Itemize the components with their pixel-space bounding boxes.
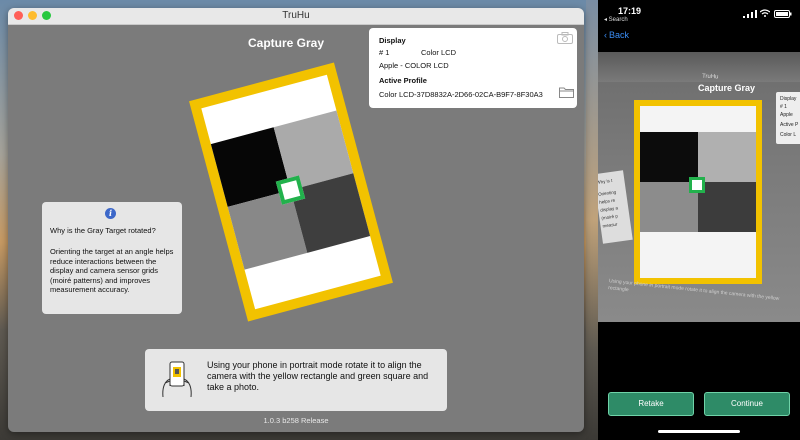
display-name: Color LCD xyxy=(421,48,457,57)
photo-target-paper xyxy=(640,106,756,278)
cellular-signal-icon xyxy=(743,10,757,18)
back-label: Back xyxy=(609,30,630,40)
instruction-text: Using your phone in portrait mode rotate… xyxy=(207,360,429,392)
photo-panel-line: Color L xyxy=(780,132,797,138)
photo-info-box: Why is t Orienting helps re display a (m… xyxy=(598,170,633,244)
photo-info-line: display a xyxy=(599,205,619,213)
photo-gray-target xyxy=(634,100,762,284)
phone-in-hands-icon xyxy=(162,361,192,398)
photo-patch-black xyxy=(640,132,698,182)
chevron-left-icon: ‹ xyxy=(604,30,607,40)
folder-icon[interactable] xyxy=(559,86,574,98)
display-label: Display xyxy=(379,36,406,45)
photo-window-title: TruHu xyxy=(701,73,719,81)
rotation-info-box: i Why is the Gray Target rotated? Orient… xyxy=(42,202,182,314)
back-button[interactable]: ‹ Back xyxy=(604,30,629,40)
photo-heading: Capture Gray xyxy=(698,83,756,93)
display-number: # 1 xyxy=(379,48,390,57)
photo-patch-light xyxy=(698,132,756,182)
captured-photo: TruHu Capture Gray Display # 1 Apple Act… xyxy=(598,52,800,322)
active-profile-label: Active Profile xyxy=(379,76,427,85)
retake-button[interactable]: Retake xyxy=(608,392,694,416)
desktop-wallpaper-strip xyxy=(586,0,598,440)
window-title: TruHu xyxy=(282,10,310,21)
status-time: 17:19 xyxy=(618,6,642,16)
home-indicator[interactable] xyxy=(658,430,740,433)
info-icon: i xyxy=(105,208,116,219)
status-back-to-app[interactable]: ◂ Search xyxy=(604,16,628,23)
info-question: Why is the Gray Target rotated? xyxy=(50,226,156,235)
photo-panel-line: Active P xyxy=(780,122,799,128)
page-title: Capture Gray xyxy=(248,36,325,50)
photo-monitor-bezel xyxy=(598,52,800,82)
camera-icon[interactable] xyxy=(557,32,573,44)
photo-display-panel: Display # 1 Apple Active P Color L xyxy=(776,92,800,144)
truhu-window: TruHu Capture Gray Display # 1 Color LCD… xyxy=(8,8,584,432)
photo-green-square xyxy=(689,177,705,193)
photo-info-line: (moiré p xyxy=(601,213,619,221)
info-answer: Orienting the target at an angle helps r… xyxy=(50,247,174,294)
target-paper xyxy=(201,74,381,310)
version-label: 1.0.3 b258 Release xyxy=(263,416,329,425)
battery-icon xyxy=(774,10,792,18)
continue-button[interactable]: Continue xyxy=(704,392,790,416)
instruction-box: Using your phone in portrait mode rotate… xyxy=(145,349,447,411)
title-bar[interactable]: TruHu xyxy=(8,8,584,25)
display-manufacturer: Apple - COLOR LCD xyxy=(379,61,449,70)
photo-panel-line: # 1 xyxy=(780,104,787,110)
photo-info-line: measur xyxy=(602,221,618,229)
phone-screen: 17:19 ◂ Search ‹ Back TruHu Capture Gray … xyxy=(598,0,800,440)
photo-panel-line: Display xyxy=(780,96,797,102)
photo-patch-dark xyxy=(698,182,756,232)
active-profile-value: Color LCD-37D8832A-2D66-02CA-B9F7-8F30A3 xyxy=(379,90,543,99)
wifi-icon xyxy=(760,9,770,17)
display-info-panel: Display # 1 Color LCD Apple - COLOR LCD … xyxy=(369,28,577,108)
photo-panel-line: Apple xyxy=(780,112,793,118)
gray-target xyxy=(189,62,393,322)
photo-info-line: Why is t xyxy=(598,177,613,186)
photo-info-line: Orienting xyxy=(598,189,617,197)
photo-info-line: helps re xyxy=(598,197,616,205)
